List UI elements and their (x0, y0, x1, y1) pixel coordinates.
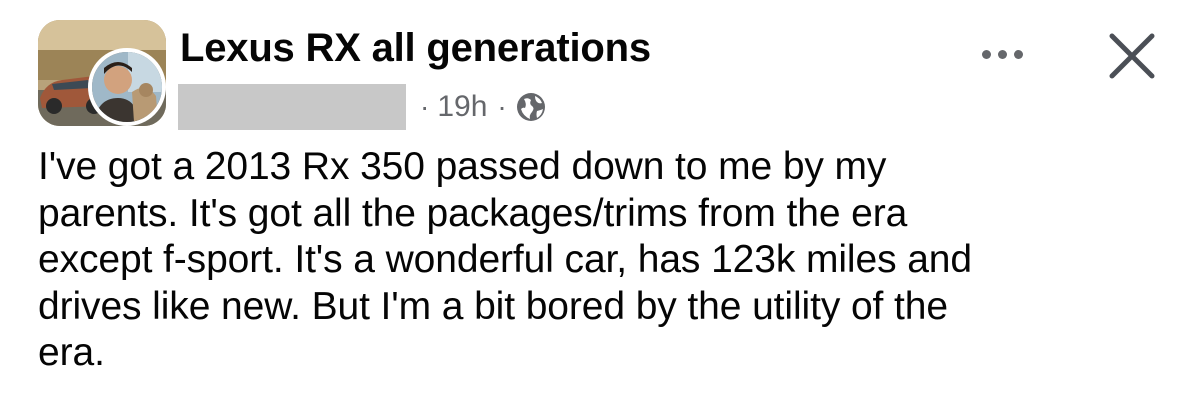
post-body-line: parents. It's got all the packages/trims… (38, 191, 908, 235)
close-icon (1109, 33, 1155, 79)
author-name-redacted[interactable] (178, 84, 406, 130)
post-body: I've got a 2013 Rx 350 passed down to me… (38, 144, 1178, 377)
more-options-icon (981, 49, 991, 59)
globe-icon (515, 91, 547, 123)
post-body-line: era. (38, 331, 105, 374)
post-meta: · 19h · (178, 84, 547, 130)
author-avatar[interactable] (88, 48, 166, 126)
close-button[interactable] (1102, 26, 1162, 86)
group-name-link[interactable]: Lexus RX all generations (180, 26, 651, 71)
meta-separator: · (497, 91, 507, 122)
post-body-line: except f-sport. It's a wonderful car, ha… (38, 238, 972, 281)
post-body-line: I've got a 2013 Rx 350 passed down to me… (38, 145, 887, 188)
more-options-icon-dot (997, 49, 1007, 59)
post-timestamp[interactable]: 19h (437, 90, 487, 124)
post-body-line: drives like new. But I'm a bit bored by … (38, 284, 948, 328)
meta-separator: · (420, 91, 430, 122)
more-options-icon-dot (1013, 49, 1023, 59)
more-options-button[interactable] (970, 34, 1034, 74)
post-card: Lexus RX all generations · 19h · I've go… (0, 0, 1200, 418)
